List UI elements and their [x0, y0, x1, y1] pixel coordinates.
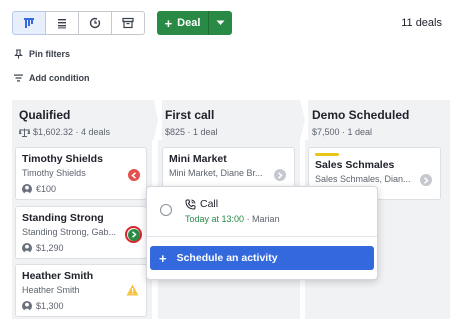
pipeline-view-icon — [24, 18, 34, 28]
pin-filters-button[interactable]: Pin filters — [14, 49, 70, 59]
deal-value: $1,300 — [36, 301, 64, 311]
add-condition-button[interactable]: Add condition — [14, 73, 90, 83]
person-icon — [22, 243, 32, 253]
deal-subtitle: Timothy Shields — [22, 168, 86, 178]
list-view-button[interactable] — [45, 11, 79, 35]
add-deal-label: Deal — [177, 17, 201, 29]
activity-popover: Call Today at 13:00 · Marian + Schedule … — [146, 186, 378, 280]
pipeline-view-button[interactable] — [12, 11, 46, 35]
chevron-down-icon — [216, 20, 225, 25]
forecast-view-button[interactable] — [78, 11, 112, 35]
person-icon — [22, 301, 32, 311]
schedule-activity-label: Schedule an activity — [176, 252, 278, 264]
warning-icon[interactable] — [126, 284, 139, 296]
stage-chevron-divider — [148, 100, 162, 140]
plus-icon: + — [159, 250, 167, 266]
stage-chevron-divider — [296, 100, 308, 140]
pin-icon — [14, 49, 23, 59]
stage-title: Qualified — [19, 108, 71, 122]
stage-summary: $825 · 1 deal — [165, 127, 218, 137]
activity-person: · Marian — [246, 214, 280, 224]
deal-title: Standing Strong — [22, 212, 104, 224]
deal-value: $1,290 — [36, 243, 64, 253]
mark-done-checkbox[interactable] — [160, 204, 172, 216]
add-deal-button[interactable]: + Deal — [157, 11, 208, 35]
deal-title: Mini Market — [169, 153, 227, 165]
deal-card[interactable]: Heather Smith Heather Smith $1,300 — [15, 264, 147, 317]
deal-subtitle: Heather Smith — [22, 285, 80, 295]
add-condition-label: Add condition — [29, 73, 90, 83]
schedule-activity-button[interactable]: + Schedule an activity — [150, 246, 374, 270]
deal-card[interactable]: Standing Strong Standing Strong, Gab... … — [15, 206, 147, 259]
activity-overdue-icon[interactable] — [128, 169, 140, 181]
stage-title: Demo Scheduled — [312, 108, 410, 122]
filter-icon — [14, 74, 23, 82]
no-activity-icon[interactable] — [274, 169, 286, 181]
view-switcher — [12, 11, 145, 35]
pin-filters-label: Pin filters — [29, 49, 71, 59]
phone-icon — [185, 199, 196, 210]
deal-count: 11 deals — [401, 17, 442, 29]
list-view-icon — [58, 19, 66, 29]
add-deal-button-group: + Deal — [157, 11, 232, 35]
archive-view-button[interactable] — [111, 11, 145, 35]
scale-icon — [19, 127, 30, 137]
forecast-view-icon — [89, 17, 101, 29]
deal-title: Heather Smith — [22, 270, 94, 282]
activity-item[interactable]: Call Today at 13:00 · Marian — [185, 198, 280, 224]
add-deal-dropdown[interactable] — [208, 11, 232, 35]
activity-title: Call — [200, 198, 219, 210]
archive-icon — [122, 17, 134, 29]
no-activity-icon[interactable] — [420, 174, 432, 186]
deal-subtitle: Mini Market, Diane Br... — [169, 168, 263, 178]
activity-scheduled-icon[interactable] — [127, 228, 140, 241]
stage-title: First call — [165, 108, 215, 122]
deal-card[interactable]: Timothy Shields Timothy Shields €100 — [15, 147, 147, 200]
stage-summary: $7,500 · 1 deal — [312, 127, 373, 137]
deal-subtitle: Sales Schmales, Dian... — [315, 174, 411, 184]
plus-icon: + — [164, 15, 173, 31]
stage-summary: $1,602.32 · 4 deals — [33, 127, 111, 137]
popover-divider — [147, 236, 377, 237]
person-icon — [22, 184, 32, 194]
activity-time: Today at 13:00 — [185, 214, 245, 224]
deal-subtitle: Standing Strong, Gab... — [22, 227, 117, 237]
deal-title: Timothy Shields — [22, 153, 103, 165]
deal-value: €100 — [36, 184, 57, 194]
deal-label-accent — [315, 153, 339, 156]
deal-title: Sales Schmales — [315, 159, 395, 171]
